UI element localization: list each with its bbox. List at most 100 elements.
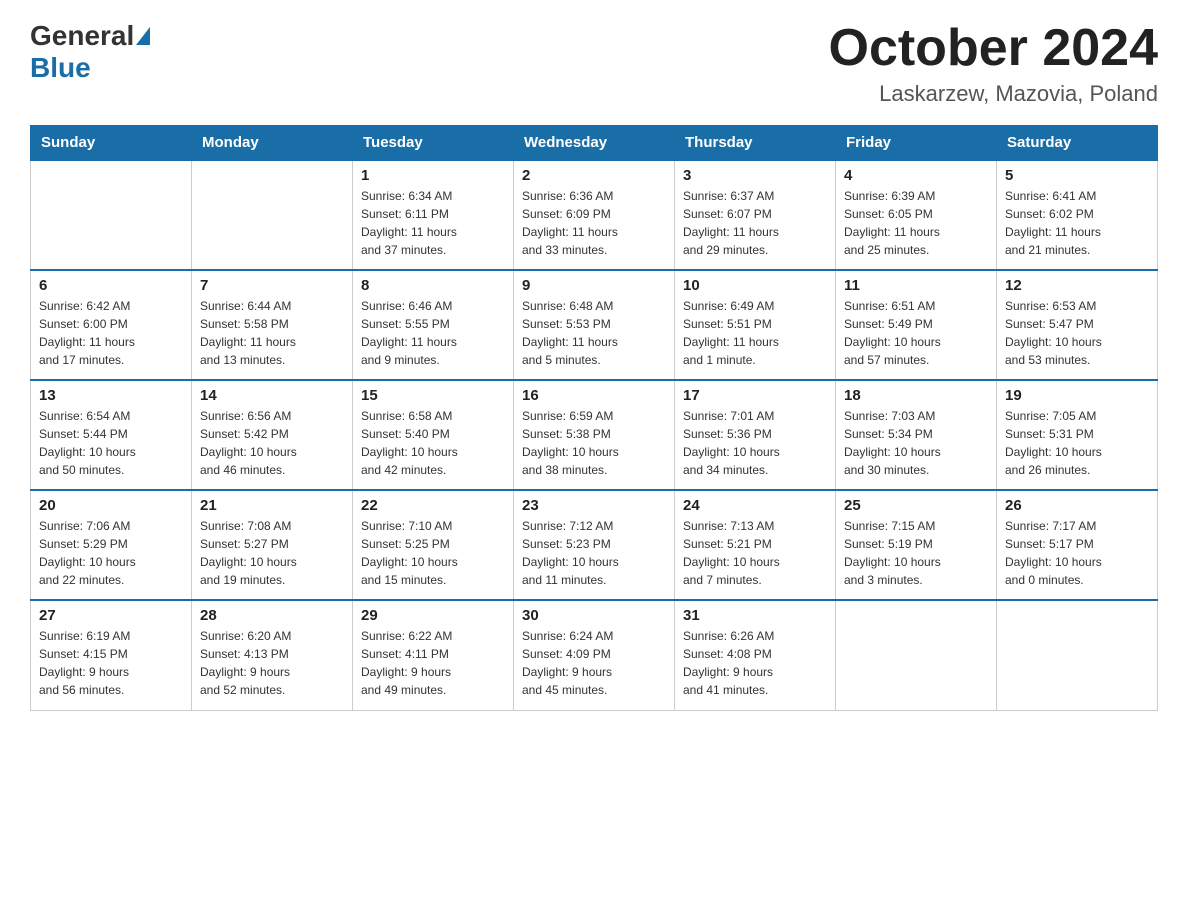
day-number: 16 — [522, 387, 666, 404]
day-info: Sunrise: 6:46 AM Sunset: 5:55 PM Dayligh… — [361, 297, 505, 369]
day-info: Sunrise: 7:12 AM Sunset: 5:23 PM Dayligh… — [522, 517, 666, 589]
day-number: 2 — [522, 167, 666, 184]
day-info: Sunrise: 7:15 AM Sunset: 5:19 PM Dayligh… — [844, 517, 988, 589]
day-number: 6 — [39, 277, 183, 294]
calendar-cell: 18 Sunrise: 7:03 AM Sunset: 5:34 PM Dayli… — [836, 380, 997, 490]
day-number: 14 — [200, 387, 344, 404]
day-number: 21 — [200, 497, 344, 514]
logo-blue-text: Blue — [30, 52, 91, 84]
weekday-header-tuesday: Tuesday — [353, 126, 514, 161]
day-info: Sunrise: 6:42 AM Sunset: 6:00 PM Dayligh… — [39, 297, 183, 369]
calendar-cell: 10 Sunrise: 6:49 AM Sunset: 5:51 PM Dayli… — [675, 270, 836, 380]
calendar-cell: 27 Sunrise: 6:19 AM Sunset: 4:15 PM Dayli… — [31, 600, 192, 710]
day-number: 27 — [39, 607, 183, 624]
day-number: 19 — [1005, 387, 1149, 404]
day-info: Sunrise: 6:34 AM Sunset: 6:11 PM Dayligh… — [361, 187, 505, 259]
day-info: Sunrise: 7:03 AM Sunset: 5:34 PM Dayligh… — [844, 407, 988, 479]
day-info: Sunrise: 6:44 AM Sunset: 5:58 PM Dayligh… — [200, 297, 344, 369]
day-number: 11 — [844, 277, 988, 294]
day-number: 30 — [522, 607, 666, 624]
day-number: 3 — [683, 167, 827, 184]
day-info: Sunrise: 7:10 AM Sunset: 5:25 PM Dayligh… — [361, 517, 505, 589]
weekday-header-row: SundayMondayTuesdayWednesdayThursdayFrid… — [31, 126, 1158, 161]
day-info: Sunrise: 6:53 AM Sunset: 5:47 PM Dayligh… — [1005, 297, 1149, 369]
calendar-cell: 20Sunrise: 7:06 AM Sunset: 5:29 PM Dayli… — [31, 490, 192, 600]
day-number: 13 — [39, 387, 183, 404]
calendar-cell: 30Sunrise: 6:24 AM Sunset: 4:09 PM Dayli… — [514, 600, 675, 710]
calendar-week-row: 13Sunrise: 6:54 AM Sunset: 5:44 PM Dayli… — [31, 380, 1158, 490]
day-number: 9 — [522, 277, 666, 294]
calendar-cell: 12Sunrise: 6:53 AM Sunset: 5:47 PM Dayli… — [997, 270, 1158, 380]
calendar-cell: 11 Sunrise: 6:51 AM Sunset: 5:49 PM Dayli… — [836, 270, 997, 380]
calendar-cell: 7 Sunrise: 6:44 AM Sunset: 5:58 PM Daylig… — [192, 270, 353, 380]
day-number: 31 — [683, 607, 827, 624]
day-info: Sunrise: 7:13 AM Sunset: 5:21 PM Dayligh… — [683, 517, 827, 589]
day-info: Sunrise: 6:56 AM Sunset: 5:42 PM Dayligh… — [200, 407, 344, 479]
weekday-header-sunday: Sunday — [31, 126, 192, 161]
weekday-header-wednesday: Wednesday — [514, 126, 675, 161]
day-number: 29 — [361, 607, 505, 624]
calendar-cell: 2 Sunrise: 6:36 AM Sunset: 6:09 PM Daylig… — [514, 160, 675, 270]
weekday-header-thursday: Thursday — [675, 126, 836, 161]
calendar-cell — [836, 600, 997, 710]
day-number: 26 — [1005, 497, 1149, 514]
day-number: 5 — [1005, 167, 1149, 184]
day-info: Sunrise: 6:22 AM Sunset: 4:11 PM Dayligh… — [361, 627, 505, 699]
calendar-cell: 6 Sunrise: 6:42 AM Sunset: 6:00 PM Daylig… — [31, 270, 192, 380]
calendar-cell: 31 Sunrise: 6:26 AM Sunset: 4:08 PM Dayli… — [675, 600, 836, 710]
day-info: Sunrise: 6:48 AM Sunset: 5:53 PM Dayligh… — [522, 297, 666, 369]
title-area: October 2024 Laskarzew, Mazovia, Poland — [829, 20, 1159, 107]
day-info: Sunrise: 6:51 AM Sunset: 5:49 PM Dayligh… — [844, 297, 988, 369]
calendar-cell: 26Sunrise: 7:17 AM Sunset: 5:17 PM Dayli… — [997, 490, 1158, 600]
day-info: Sunrise: 6:41 AM Sunset: 6:02 PM Dayligh… — [1005, 187, 1149, 259]
day-info: Sunrise: 7:06 AM Sunset: 5:29 PM Dayligh… — [39, 517, 183, 589]
location-title: Laskarzew, Mazovia, Poland — [829, 81, 1159, 107]
calendar-cell: 8 Sunrise: 6:46 AM Sunset: 5:55 PM Daylig… — [353, 270, 514, 380]
day-info: Sunrise: 6:59 AM Sunset: 5:38 PM Dayligh… — [522, 407, 666, 479]
day-info: Sunrise: 6:26 AM Sunset: 4:08 PM Dayligh… — [683, 627, 827, 699]
day-info: Sunrise: 6:39 AM Sunset: 6:05 PM Dayligh… — [844, 187, 988, 259]
day-number: 10 — [683, 277, 827, 294]
calendar-cell: 28Sunrise: 6:20 AM Sunset: 4:13 PM Dayli… — [192, 600, 353, 710]
calendar-cell: 19 Sunrise: 7:05 AM Sunset: 5:31 PM Dayli… — [997, 380, 1158, 490]
day-number: 23 — [522, 497, 666, 514]
day-info: Sunrise: 6:49 AM Sunset: 5:51 PM Dayligh… — [683, 297, 827, 369]
calendar-cell: 21 Sunrise: 7:08 AM Sunset: 5:27 PM Dayli… — [192, 490, 353, 600]
day-number: 7 — [200, 277, 344, 294]
calendar-cell: 13Sunrise: 6:54 AM Sunset: 5:44 PM Dayli… — [31, 380, 192, 490]
calendar-cell: 24Sunrise: 7:13 AM Sunset: 5:21 PM Dayli… — [675, 490, 836, 600]
day-info: Sunrise: 6:20 AM Sunset: 4:13 PM Dayligh… — [200, 627, 344, 699]
calendar-week-row: 27 Sunrise: 6:19 AM Sunset: 4:15 PM Dayli… — [31, 600, 1158, 710]
day-info: Sunrise: 7:05 AM Sunset: 5:31 PM Dayligh… — [1005, 407, 1149, 479]
calendar-week-row: 6 Sunrise: 6:42 AM Sunset: 6:00 PM Daylig… — [31, 270, 1158, 380]
day-info: Sunrise: 7:01 AM Sunset: 5:36 PM Dayligh… — [683, 407, 827, 479]
calendar-cell: 17 Sunrise: 7:01 AM Sunset: 5:36 PM Dayli… — [675, 380, 836, 490]
calendar-cell: 25 Sunrise: 7:15 AM Sunset: 5:19 PM Dayli… — [836, 490, 997, 600]
weekday-header-monday: Monday — [192, 126, 353, 161]
calendar-cell: 22Sunrise: 7:10 AM Sunset: 5:25 PM Dayli… — [353, 490, 514, 600]
calendar-cell: 9 Sunrise: 6:48 AM Sunset: 5:53 PM Daylig… — [514, 270, 675, 380]
logo-triangle-icon — [136, 27, 150, 45]
calendar-cell — [31, 160, 192, 270]
calendar-table: SundayMondayTuesdayWednesdayThursdayFrid… — [30, 125, 1158, 711]
calendar-cell: 23 Sunrise: 7:12 AM Sunset: 5:23 PM Dayli… — [514, 490, 675, 600]
day-info: Sunrise: 6:37 AM Sunset: 6:07 PM Dayligh… — [683, 187, 827, 259]
day-number: 8 — [361, 277, 505, 294]
day-number: 17 — [683, 387, 827, 404]
day-info: Sunrise: 6:36 AM Sunset: 6:09 PM Dayligh… — [522, 187, 666, 259]
calendar-cell: 1 Sunrise: 6:34 AM Sunset: 6:11 PM Daylig… — [353, 160, 514, 270]
day-number: 25 — [844, 497, 988, 514]
calendar-cell — [192, 160, 353, 270]
day-number: 18 — [844, 387, 988, 404]
weekday-header-saturday: Saturday — [997, 126, 1158, 161]
day-info: Sunrise: 7:08 AM Sunset: 5:27 PM Dayligh… — [200, 517, 344, 589]
day-number: 1 — [361, 167, 505, 184]
calendar-cell: 16 Sunrise: 6:59 AM Sunset: 5:38 PM Dayli… — [514, 380, 675, 490]
calendar-cell: 4Sunrise: 6:39 AM Sunset: 6:05 PM Daylig… — [836, 160, 997, 270]
day-number: 15 — [361, 387, 505, 404]
calendar-cell: 15Sunrise: 6:58 AM Sunset: 5:40 PM Dayli… — [353, 380, 514, 490]
calendar-cell: 29 Sunrise: 6:22 AM Sunset: 4:11 PM Dayli… — [353, 600, 514, 710]
calendar-cell — [997, 600, 1158, 710]
logo: General Blue — [30, 20, 152, 84]
day-info: Sunrise: 6:19 AM Sunset: 4:15 PM Dayligh… — [39, 627, 183, 699]
